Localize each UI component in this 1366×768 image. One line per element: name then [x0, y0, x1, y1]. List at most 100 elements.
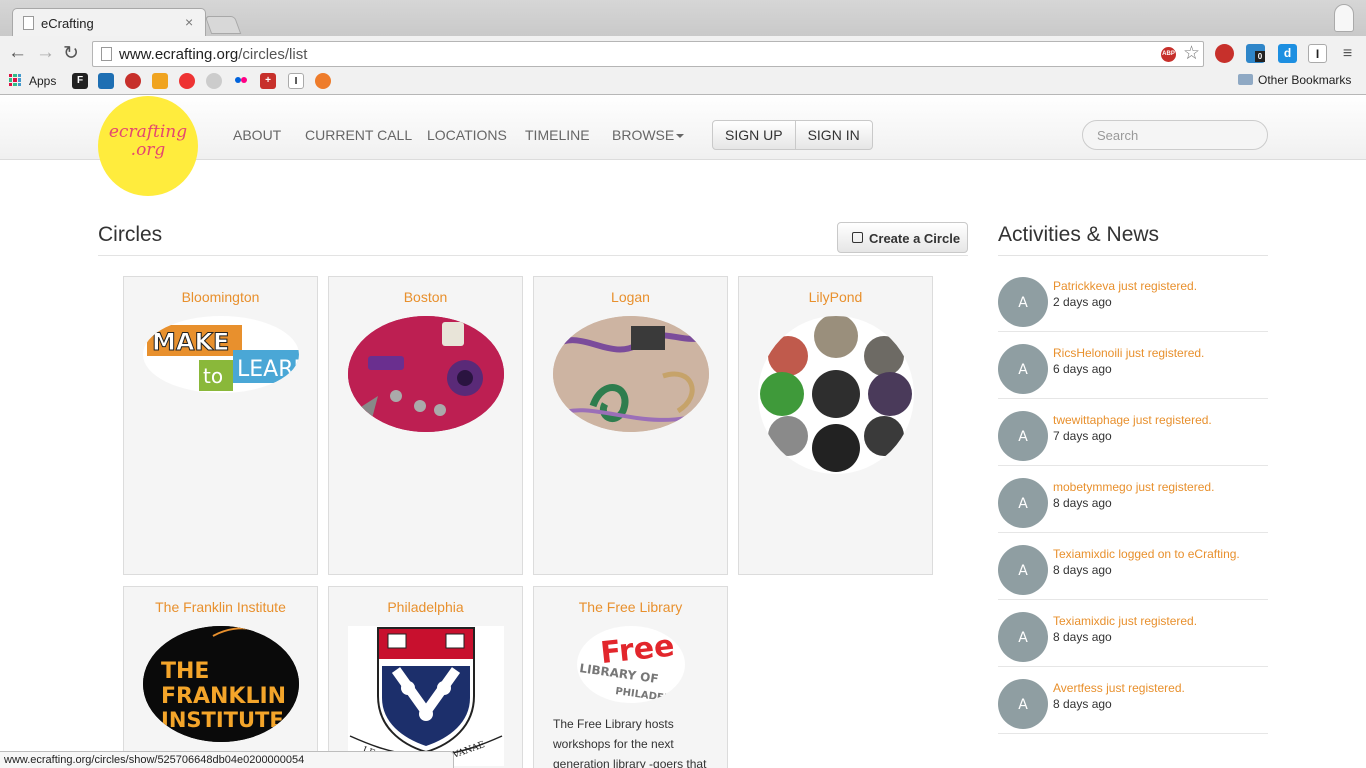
avatar[interactable]: A: [998, 478, 1048, 528]
menu-icon[interactable]: ≡: [1338, 44, 1357, 63]
franklin-line-2: FRANKLIN: [161, 684, 286, 709]
stop-extension-icon[interactable]: [1215, 44, 1234, 63]
circle-title[interactable]: Logan: [534, 289, 727, 305]
franklin-institute-logo[interactable]: THE FRANKLIN INSTITUTE: [143, 626, 299, 742]
activity-text[interactable]: Texiamixdic logged on to eCrafting.: [1053, 547, 1240, 561]
activity-item: A Texiamixdic logged on to eCrafting. 8 …: [998, 533, 1268, 600]
embroidery-circuit-photo[interactable]: [553, 316, 709, 432]
avatar[interactable]: A: [998, 344, 1048, 394]
avatar[interactable]: A: [998, 612, 1048, 662]
tab-title: eCrafting: [41, 16, 94, 31]
circle-title[interactable]: Philadelphia: [329, 599, 522, 615]
activity-text[interactable]: Patrickkeva just registered.: [1053, 279, 1197, 293]
other-bookmarks[interactable]: Other Bookmarks: [1238, 73, 1351, 87]
circle-card[interactable]: The Free Library Free LIBRARY OF PHILADE…: [533, 586, 728, 768]
caret-down-icon: [676, 134, 685, 138]
apps-icon[interactable]: [9, 74, 21, 86]
avatar[interactable]: A: [998, 545, 1048, 595]
circle-card[interactable]: Boston: [328, 276, 523, 575]
page-content: ABOUT CURRENT CALL LOCATIONS TIMELINE BR…: [0, 95, 1366, 768]
activity-time: 8 days ago: [1053, 630, 1112, 644]
profile-icon[interactable]: [1334, 4, 1354, 32]
penn-shield-logo[interactable]: LEGES VANAE: [348, 626, 504, 766]
nav-about[interactable]: ABOUT: [233, 127, 281, 143]
url-text[interactable]: www.ecrafting.org/circles/list: [119, 46, 307, 63]
f-bookmark-icon[interactable]: F: [72, 73, 88, 89]
activity-text[interactable]: Texiamixdic just registered.: [1053, 614, 1197, 628]
activity-text[interactable]: mobetymmego just registered.: [1053, 480, 1214, 494]
divider: [98, 255, 968, 256]
lilypad-sewing-photo[interactable]: [348, 316, 504, 432]
folder-icon: [1238, 74, 1253, 85]
target-bookmark-icon[interactable]: [315, 73, 331, 89]
plus-bookmark-icon[interactable]: +: [260, 73, 276, 89]
activity-item: A RicsHelonoili just registered. 6 days …: [998, 332, 1268, 399]
activity-time: 6 days ago: [1053, 362, 1112, 376]
make-to-learn-logo[interactable]: MAKE to LEARN: [143, 316, 299, 393]
close-tab-icon[interactable]: ×: [185, 14, 193, 30]
sign-in-button[interactable]: SIGN IN: [794, 121, 872, 149]
search-input[interactable]: [1082, 120, 1268, 150]
nav-current-call[interactable]: CURRENT CALL: [305, 127, 412, 143]
adblock-icon[interactable]: ABP: [1161, 47, 1176, 62]
browser-tab[interactable]: eCrafting ×: [12, 8, 206, 36]
nav-timeline[interactable]: TIMELINE: [525, 127, 590, 143]
activity-item: A Texiamixdic just registered. 8 days ag…: [998, 600, 1268, 667]
activity-text[interactable]: RicsHelonoili just registered.: [1053, 346, 1204, 360]
address-bar[interactable]: www.ecrafting.org/circles/list ABP ☆: [92, 41, 1204, 67]
circle-title[interactable]: Bloomington: [124, 289, 317, 305]
avatar[interactable]: A: [998, 679, 1048, 729]
activity-time: 8 days ago: [1053, 496, 1112, 510]
edit-icon: [852, 232, 863, 243]
lilypad-collage-photo[interactable]: [758, 316, 914, 474]
browser-chrome: eCrafting × ← → ↻ www.ecrafting.org/circ…: [0, 0, 1366, 95]
activity-text[interactable]: twewittaphage just registered.: [1053, 413, 1212, 427]
circle-card[interactable]: Philadelphia LEGES VANAE: [328, 586, 523, 768]
activity-text[interactable]: Avertfess just registered.: [1053, 681, 1185, 695]
flickr-bookmark-icon[interactable]: [233, 73, 249, 89]
tab-strip: eCrafting ×: [0, 0, 1366, 36]
free-library-logo[interactable]: Free LIBRARY OF PHILADELPHIA: [577, 626, 685, 703]
red-bookmark-icon[interactable]: [125, 73, 141, 89]
activity-time: 2 days ago: [1053, 295, 1112, 309]
nav-browse-dropdown[interactable]: BROWSE: [612, 127, 685, 143]
delicious-extension-icon[interactable]: d: [1278, 44, 1297, 63]
nav-locations[interactable]: LOCATIONS: [427, 127, 507, 143]
activity-time: 8 days ago: [1053, 563, 1112, 577]
circle-card[interactable]: LilyPond: [738, 276, 933, 575]
bookmark-star-icon[interactable]: ☆: [1183, 42, 1200, 65]
avatar[interactable]: A: [998, 277, 1048, 327]
site-logo[interactable]: ecrafting .org: [98, 96, 198, 196]
instapaper-bookmark-icon[interactable]: I: [288, 73, 304, 89]
reddit-bookmark-icon[interactable]: [206, 73, 222, 89]
sign-up-button[interactable]: SIGN UP: [713, 121, 795, 149]
vanae-text: VANAE: [451, 740, 487, 761]
nav-browse-label: BROWSE: [612, 127, 675, 143]
instapaper-extension-icon[interactable]: I: [1308, 44, 1327, 63]
status-bar-url: www.ecrafting.org/circles/show/525706648…: [0, 751, 454, 768]
activities-heading: Activities & News: [998, 223, 1160, 246]
circle-title[interactable]: The Free Library: [534, 599, 727, 615]
circle-card[interactable]: Logan: [533, 276, 728, 575]
lastfm-bookmark-icon[interactable]: [179, 73, 195, 89]
new-tab-button[interactable]: [204, 16, 242, 34]
circle-card[interactable]: The Franklin Institute THE FRANKLIN INST…: [123, 586, 318, 768]
back-icon[interactable]: ←: [8, 42, 27, 64]
circle-title[interactable]: Boston: [329, 289, 522, 305]
url-path: /circles/list: [238, 46, 308, 63]
create-circle-button[interactable]: Create a Circle: [837, 222, 968, 253]
circle-title[interactable]: LilyPond: [739, 289, 932, 305]
trello-bookmark-icon[interactable]: [98, 73, 114, 89]
auth-button-group: SIGN UP SIGN IN: [712, 120, 873, 150]
circle-card[interactable]: Bloomington MAKE to LEARN: [123, 276, 318, 575]
yellow-bookmark-icon[interactable]: [152, 73, 168, 89]
circle-description: The Free Library hosts workshops for the…: [553, 717, 707, 768]
reload-icon[interactable]: ↻: [63, 42, 79, 65]
franklin-line-3: INSTITUTE: [161, 708, 284, 732]
forward-icon[interactable]: →: [36, 42, 55, 64]
circle-title[interactable]: The Franklin Institute: [124, 599, 317, 615]
ghost-extension-icon[interactable]: 0: [1246, 44, 1265, 63]
apps-bookmark[interactable]: Apps: [29, 74, 56, 88]
avatar[interactable]: A: [998, 411, 1048, 461]
activity-time: 8 days ago: [1053, 697, 1112, 711]
